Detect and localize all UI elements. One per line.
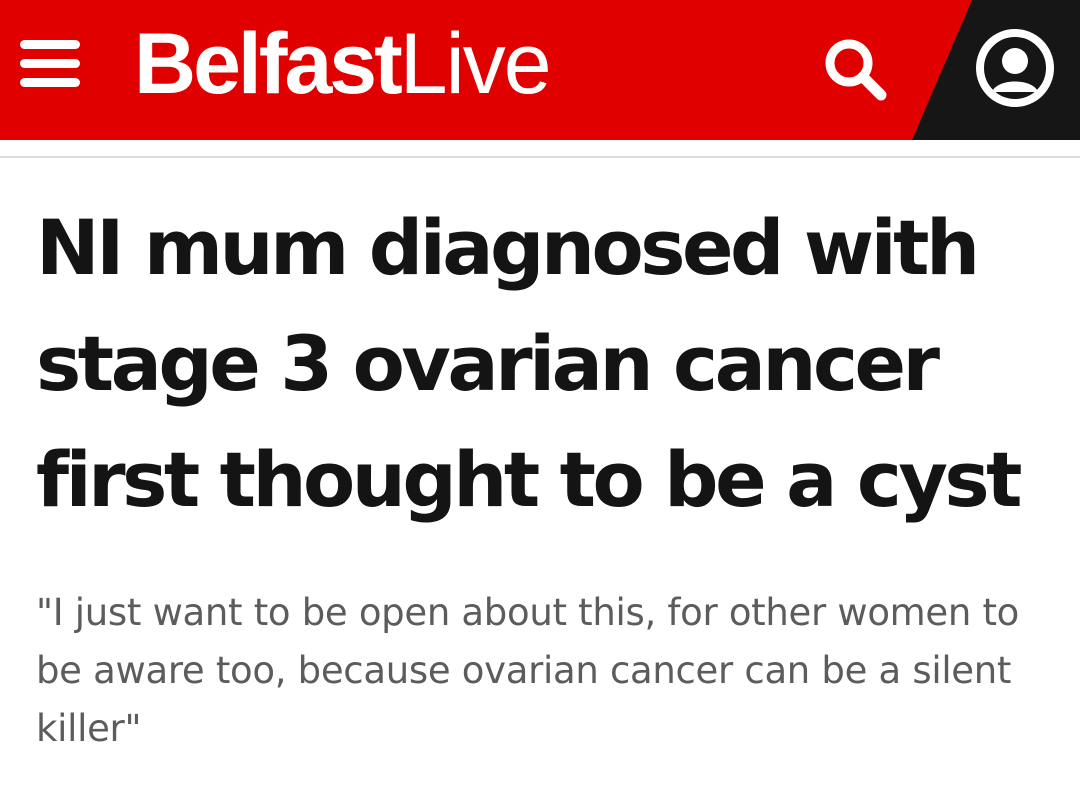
header-divider	[0, 140, 1080, 158]
menu-button[interactable]	[20, 40, 82, 90]
user-account-icon	[976, 29, 1054, 107]
search-button[interactable]	[818, 32, 894, 108]
search-icon	[825, 39, 887, 101]
hamburger-menu-icon	[20, 40, 80, 49]
account-button[interactable]	[973, 26, 1057, 110]
article-headline: NI mum diagnosed with stage 3 ovarian ca…	[36, 203, 1022, 524]
logo-brand-light: Live	[399, 16, 552, 112]
site-logo[interactable]: BelfastLive	[134, 14, 552, 114]
article-standfirst: "I just want to be open about this, for …	[36, 591, 1020, 750]
site-header: BelfastLive	[0, 0, 1080, 140]
logo-brand-bold: Belfast	[134, 16, 403, 112]
